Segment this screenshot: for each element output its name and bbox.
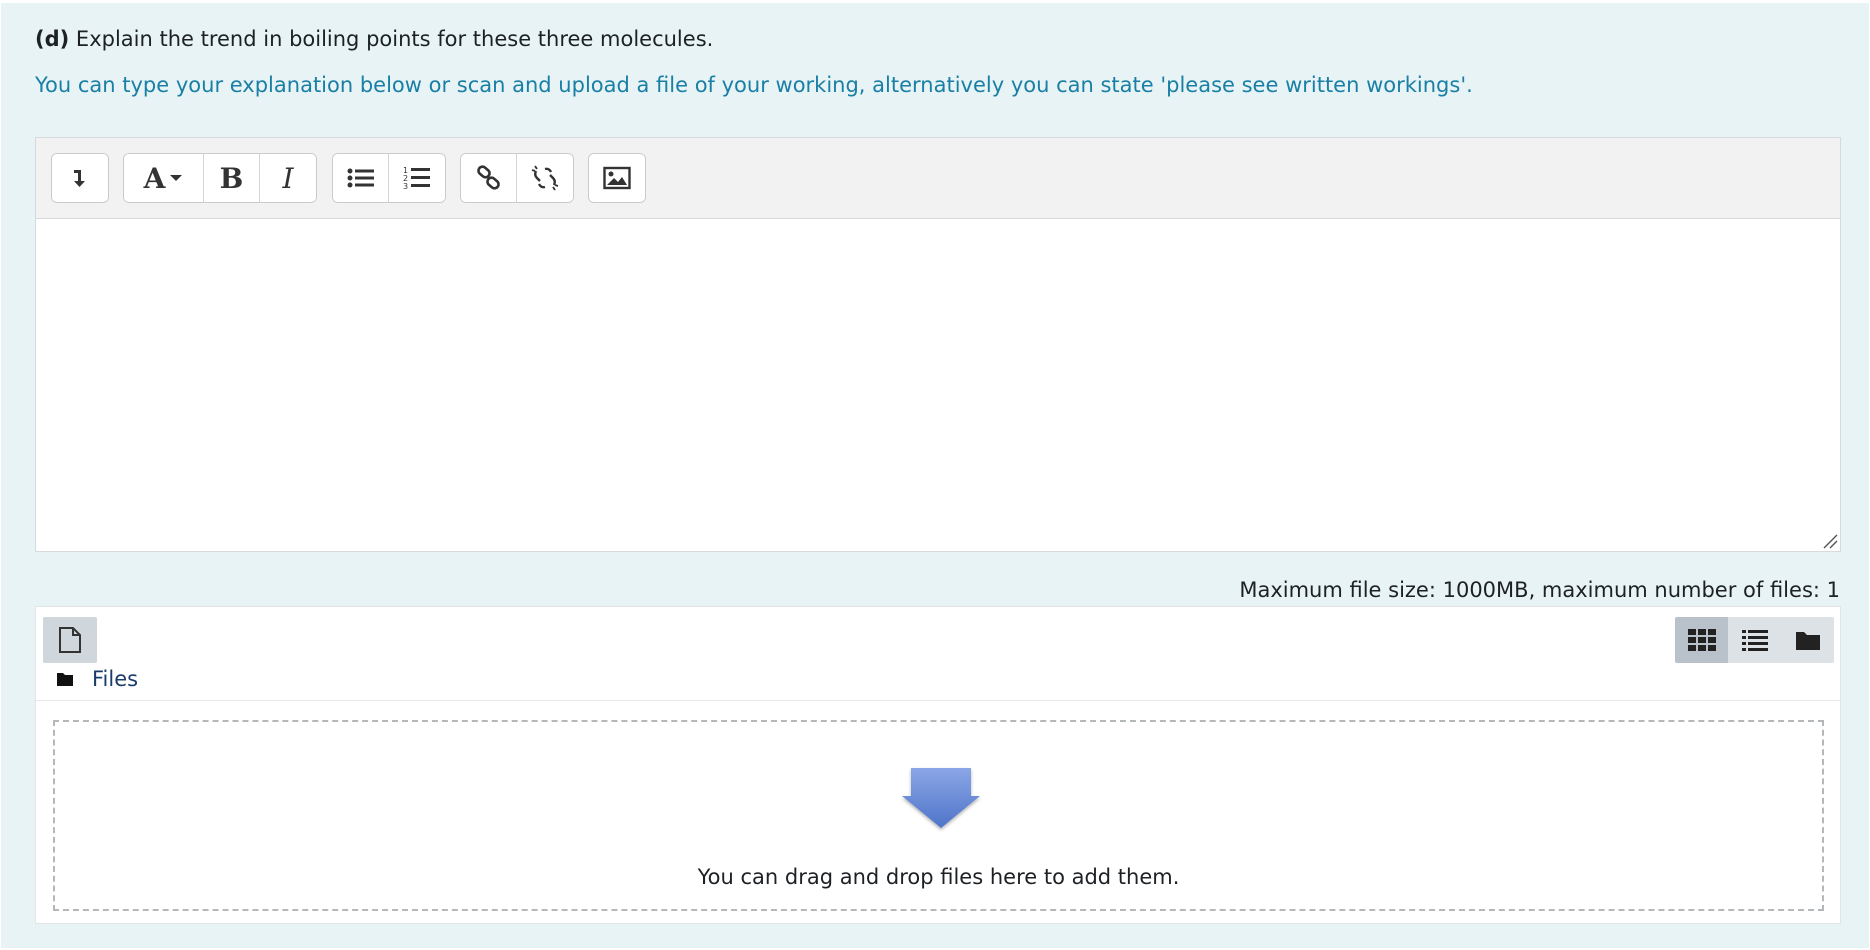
max-file-info: Maximum file size: 1000MB, maximum numbe… [1239, 578, 1840, 602]
file-drop-zone[interactable]: You can drag and drop files here to add … [53, 720, 1824, 911]
folder-icon [57, 673, 73, 686]
editor-content-area[interactable] [36, 219, 1840, 551]
toolbar-group-media [588, 153, 646, 203]
show-more-button[interactable] [52, 154, 108, 202]
link-button[interactable] [461, 154, 517, 202]
unordered-list-icon [347, 168, 374, 188]
folder-icon [1795, 632, 1820, 650]
insert-image-button[interactable] [589, 154, 645, 202]
question-prompt: Explain the trend in boiling points for … [75, 27, 714, 51]
folder-path-label[interactable]: Files [92, 667, 138, 691]
toolbar-group-style: A B I [123, 153, 317, 203]
font-style-button[interactable]: A [124, 154, 204, 202]
link-icon [476, 165, 500, 190]
bold-icon: B [219, 161, 244, 195]
unlink-button[interactable] [517, 154, 573, 202]
resize-handle-icon[interactable] [1822, 533, 1838, 549]
question-panel: (d) Explain the trend in boiling points … [1, 3, 1869, 948]
unordered-list-button[interactable] [333, 154, 389, 202]
image-icon [603, 166, 631, 190]
file-manager-toolbar: Files [36, 607, 1840, 701]
editor-toolbar: A B I 1 2 3 [36, 138, 1840, 219]
list-icon [1741, 630, 1768, 651]
view-icons-button[interactable] [1675, 617, 1728, 663]
question-instruction: You can type your explanation below or s… [35, 73, 1473, 97]
add-file-button[interactable] [43, 617, 97, 663]
italic-icon: I [282, 161, 294, 195]
grid-icon [1687, 629, 1716, 651]
file-manager: Files You can drag and drop files here t… [35, 606, 1841, 924]
toolbar-group-lists: 1 2 3 [332, 153, 446, 203]
question-label: (d) [35, 27, 70, 51]
question-text: (d) Explain the trend in boiling points … [35, 27, 713, 51]
bold-button[interactable]: B [204, 154, 260, 202]
italic-button[interactable]: I [260, 154, 316, 202]
unlink-icon [531, 165, 559, 191]
ordered-list-icon: 1 2 3 [403, 166, 430, 191]
view-tree-button[interactable] [1781, 617, 1834, 663]
ordered-list-button[interactable]: 1 2 3 [389, 154, 445, 202]
download-arrow-icon [902, 768, 980, 828]
file-icon [59, 627, 81, 653]
view-list-button[interactable] [1728, 617, 1781, 663]
show-more-icon [74, 170, 85, 187]
toolbar-group-collapse [51, 153, 109, 203]
svg-text:3: 3 [403, 182, 408, 191]
toolbar-group-links [460, 153, 574, 203]
answer-editor: A B I 1 2 3 [35, 137, 1841, 552]
drop-zone-text: You can drag and drop files here to add … [697, 865, 1180, 889]
font-style-icon: A [144, 162, 184, 195]
folder-path: Files [56, 667, 138, 691]
view-switcher [1675, 617, 1834, 663]
